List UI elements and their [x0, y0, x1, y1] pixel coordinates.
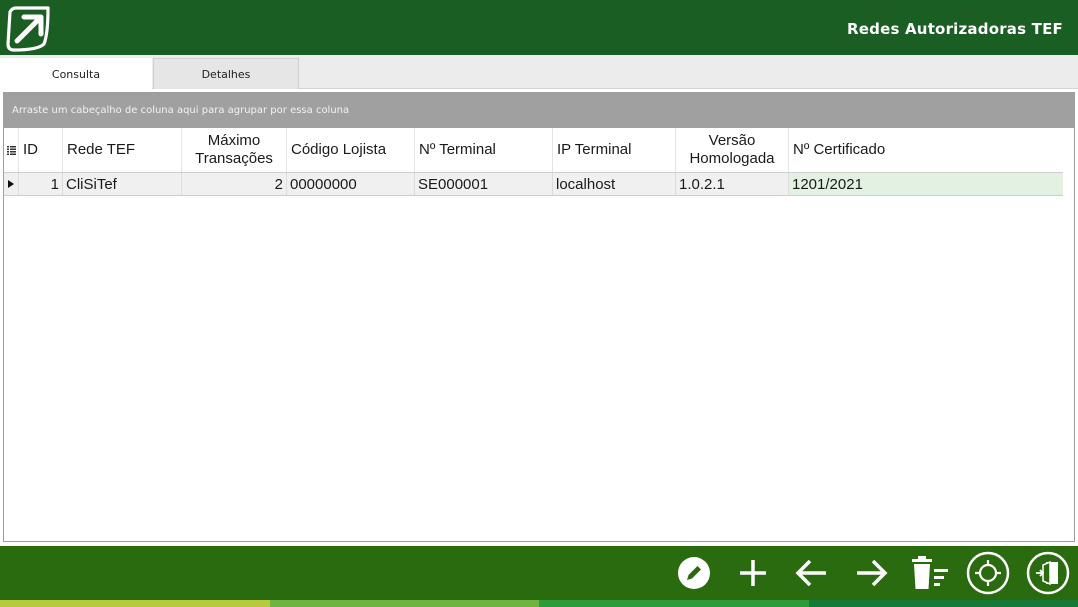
- column-header-numero-certificado[interactable]: Nº Certificado: [789, 128, 1064, 172]
- tab-consulta[interactable]: Consulta: [0, 58, 152, 90]
- cell-codigo-lojista[interactable]: 00000000: [287, 173, 415, 195]
- arrow-left-icon: [795, 559, 826, 587]
- grid-header: ID Rede TEF Máximo Transações Código Loj…: [4, 128, 1064, 172]
- exit-door-icon: [1026, 551, 1070, 595]
- row-indicator-icon: [4, 173, 19, 195]
- column-header-id[interactable]: ID: [19, 128, 63, 172]
- column-header-numero-terminal[interactable]: Nº Terminal: [415, 128, 553, 172]
- stripe-1: [0, 600, 270, 607]
- crosshair-icon: [966, 551, 1010, 595]
- arrow-up-right-logo-icon: [6, 6, 50, 52]
- column-header-codigo-lojista[interactable]: Código Lojista: [287, 128, 415, 172]
- column-header-versao-homologada[interactable]: Versão Homologada: [676, 128, 789, 172]
- edit-button[interactable]: [672, 551, 716, 595]
- cell-id[interactable]: 1: [19, 173, 63, 195]
- column-chooser-icon[interactable]: [4, 128, 19, 172]
- pencil-icon: [678, 557, 710, 589]
- page-title: Redes Autorizadoras TEF: [847, 20, 1063, 38]
- column-header-ip-terminal[interactable]: IP Terminal: [553, 128, 676, 172]
- cell-maximo-transacoes[interactable]: 2: [182, 173, 287, 195]
- stripe-2: [270, 600, 539, 607]
- title-bar: Redes Autorizadoras TEF: [0, 0, 1078, 55]
- cell-rede-tef[interactable]: CliSiTef: [63, 173, 182, 195]
- cell-numero-terminal[interactable]: SE000001: [415, 173, 553, 195]
- locate-button[interactable]: [966, 551, 1010, 595]
- add-button[interactable]: [731, 551, 775, 595]
- tab-detalhes[interactable]: Detalhes: [153, 58, 299, 89]
- trash-list-icon: [912, 556, 948, 589]
- tab-strip: Consulta Detalhes: [0, 55, 1078, 90]
- table-row[interactable]: 1 CliSiTef 2 00000000 SE000001 localhost…: [4, 172, 1063, 196]
- exit-button[interactable]: [1026, 551, 1070, 595]
- column-header-rede-tef[interactable]: Rede TEF: [63, 128, 182, 172]
- column-header-maximo-transacoes[interactable]: Máximo Transações: [182, 128, 287, 172]
- decorative-stripes: [0, 600, 1078, 607]
- stripe-4: [809, 600, 1078, 607]
- delete-button[interactable]: [907, 551, 951, 595]
- previous-button[interactable]: [790, 551, 834, 595]
- next-button[interactable]: [849, 551, 893, 595]
- grid-panel: Arraste um cabeçalho de coluna aqui para…: [3, 92, 1075, 542]
- arrow-right-icon: [857, 559, 888, 587]
- cell-numero-certificado[interactable]: 1201/2021: [789, 173, 1063, 195]
- cell-ip-terminal[interactable]: localhost: [553, 173, 676, 195]
- stripe-3: [539, 600, 809, 607]
- cell-versao-homologada[interactable]: 1.0.2.1: [676, 173, 789, 195]
- action-toolbar: [0, 546, 1078, 600]
- plus-icon: [740, 560, 766, 586]
- group-by-area[interactable]: Arraste um cabeçalho de coluna aqui para…: [4, 93, 1074, 128]
